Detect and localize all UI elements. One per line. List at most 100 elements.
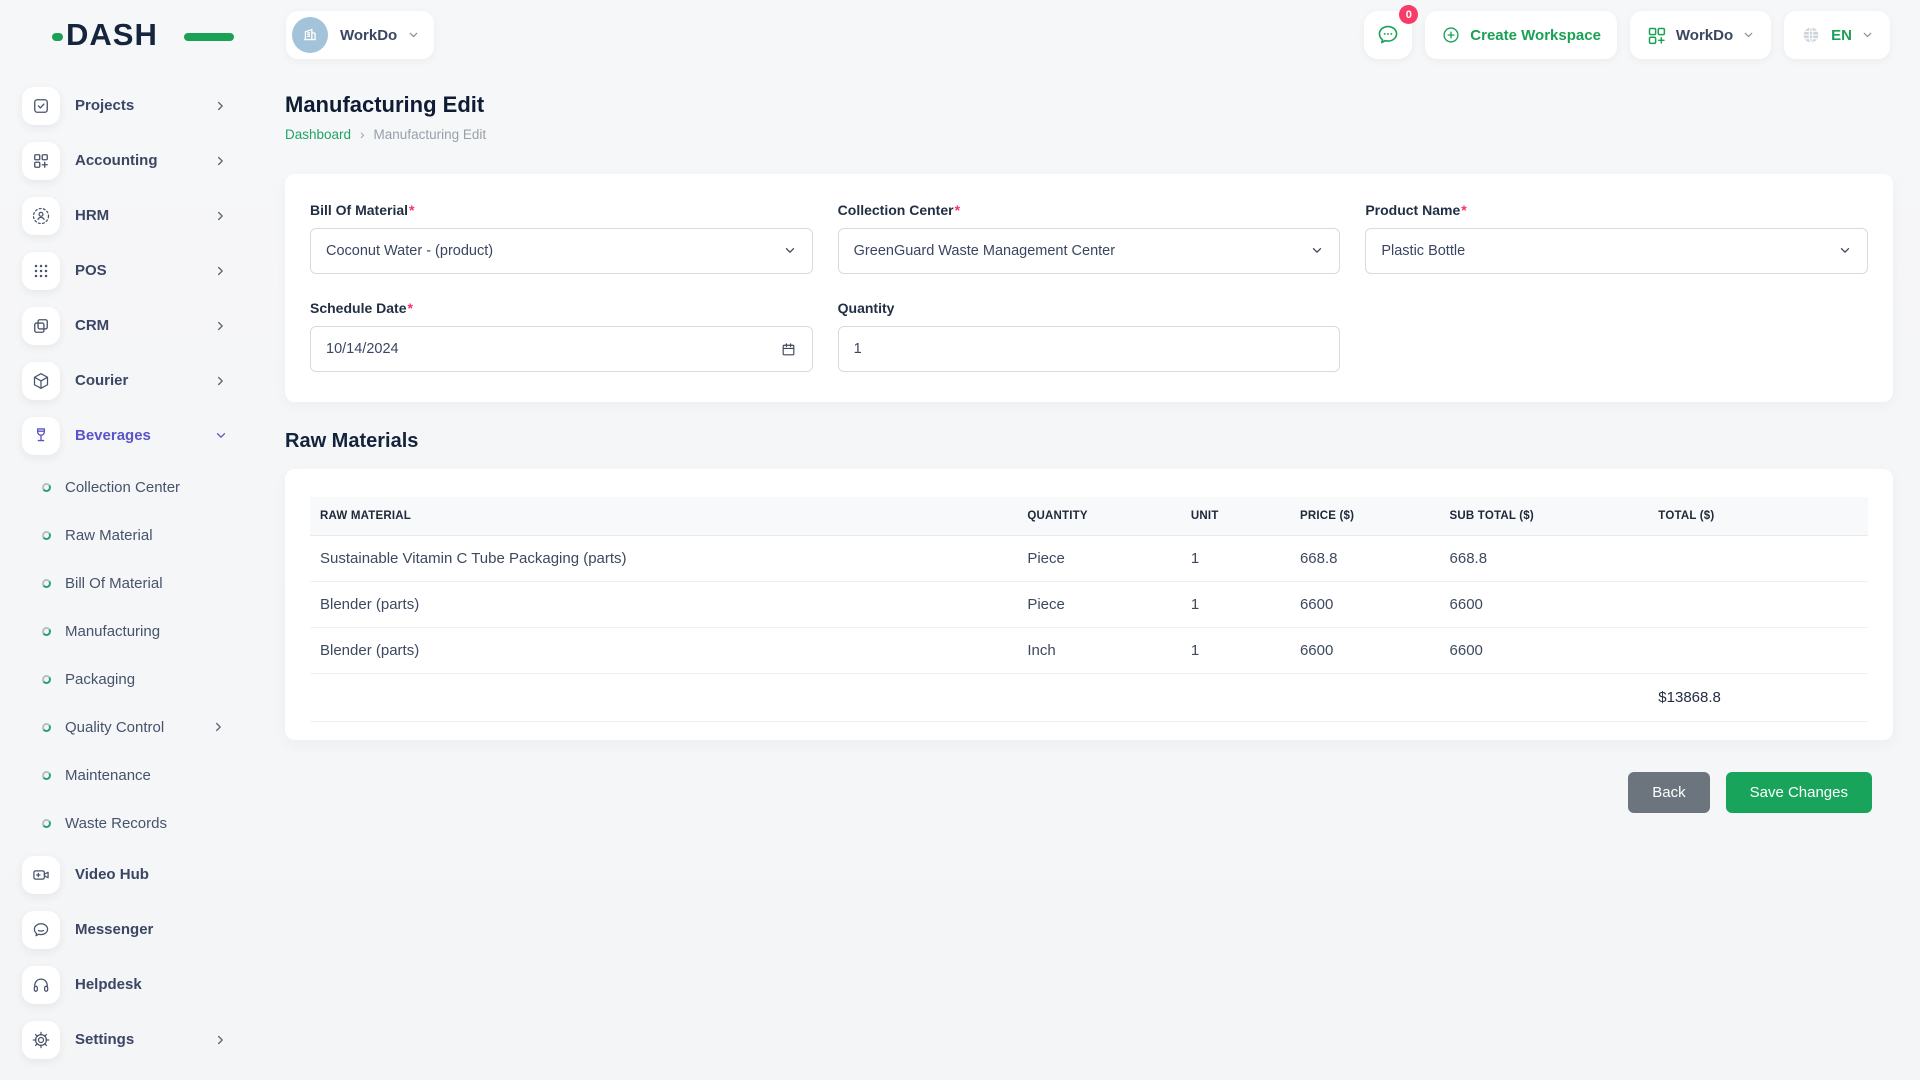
table-row: Blender (parts) Inch 1 6600 6600 <box>310 628 1868 674</box>
select-value: Plastic Bottle <box>1381 243 1465 259</box>
bullet-icon <box>41 770 52 781</box>
sidebar-item-messenger[interactable]: Messenger <box>0 902 258 957</box>
schedule-date-input[interactable]: 10/14/2024 <box>310 326 813 372</box>
submenu-item-manufacturing[interactable]: Manufacturing <box>0 607 258 655</box>
submenu-item-packaging[interactable]: Packaging <box>0 655 258 703</box>
field-label: Bill Of Material* <box>310 202 813 218</box>
chevron-right-icon <box>212 720 226 734</box>
logo-text: DASH <box>66 17 158 52</box>
submenu-item-raw-material[interactable]: Raw Material <box>0 511 258 559</box>
chevron-down-icon <box>407 29 420 42</box>
sidebar-item-accounting[interactable]: Accounting <box>0 133 258 188</box>
package-box-icon <box>22 362 60 400</box>
sidebar-item-label: Accounting <box>75 152 158 169</box>
sidebar-item-pos[interactable]: POS <box>0 243 258 298</box>
sidebar-item-label: Projects <box>75 97 134 114</box>
workspace-switcher[interactable]: WorkDo <box>286 11 434 59</box>
submenu-item-label: Maintenance <box>65 767 151 784</box>
submenu-item-maintenance[interactable]: Maintenance <box>0 751 258 799</box>
collection-center-select[interactable]: GreenGuard Waste Management Center <box>838 228 1341 274</box>
submenu-item-bill-of-material[interactable]: Bill Of Material <box>0 559 258 607</box>
field-label: Product Name* <box>1365 202 1868 218</box>
chat-bubble-icon <box>1375 22 1401 48</box>
sidebar-item-video-hub[interactable]: Video Hub <box>0 847 258 902</box>
cell-price: 6600 <box>1290 582 1440 628</box>
cell-unit: 1 <box>1181 582 1290 628</box>
accounting-grid-icon <box>22 142 60 180</box>
back-button[interactable]: Back <box>1628 772 1709 813</box>
sidebar-item-crm[interactable]: CRM <box>0 298 258 353</box>
create-workspace-button[interactable]: Create Workspace <box>1425 11 1617 59</box>
bullet-icon <box>41 626 52 637</box>
date-value: 10/14/2024 <box>326 341 399 357</box>
field-bill-of-material: Bill Of Material* Coconut Water - (produ… <box>310 202 813 274</box>
save-changes-button[interactable]: Save Changes <box>1726 772 1872 813</box>
logo-green-dash-icon <box>184 33 234 41</box>
sidebar-item-courier[interactable]: Courier <box>0 353 258 408</box>
language-selector[interactable]: EN <box>1784 11 1890 59</box>
breadcrumb-dashboard-link[interactable]: Dashboard <box>285 127 351 142</box>
overlapping-squares-icon <box>22 307 60 345</box>
product-name-select[interactable]: Plastic Bottle <box>1365 228 1868 274</box>
submenu-item-waste-records[interactable]: Waste Records <box>0 799 258 847</box>
field-label: Collection Center* <box>838 202 1341 218</box>
select-value: GreenGuard Waste Management Center <box>854 243 1115 259</box>
sidebar-item-label: POS <box>75 262 107 279</box>
cell-price: 6600 <box>1290 628 1440 674</box>
sidebar: Projects Accounting HRM POS CRM Cou <box>0 70 258 1067</box>
raw-materials-table: RAW MATERIAL QUANTITY UNIT PRICE ($) SUB… <box>310 497 1868 722</box>
chevron-right-icon <box>214 1033 228 1047</box>
bullet-icon <box>41 674 52 685</box>
cell-sub-total: 6600 <box>1440 582 1649 628</box>
table-row: Sustainable Vitamin C Tube Packaging (pa… <box>310 536 1868 582</box>
language-code: EN <box>1831 27 1852 44</box>
workspace-menu-button[interactable]: WorkDo <box>1630 11 1771 59</box>
submenu-item-collection-center[interactable]: Collection Center <box>0 463 258 511</box>
logo-green-dot-icon <box>52 33 63 41</box>
checkbox-icon <box>22 87 60 125</box>
sidebar-item-label: Helpdesk <box>75 976 142 993</box>
beverages-submenu: Collection Center Raw Material Bill Of M… <box>0 463 258 847</box>
field-product-name: Product Name* Plastic Bottle <box>1365 202 1868 274</box>
sidebar-item-label: Video Hub <box>75 866 149 883</box>
dots-grid-icon <box>22 252 60 290</box>
submenu-item-label: Manufacturing <box>65 623 160 640</box>
messages-button[interactable]: 0 <box>1364 11 1412 59</box>
field-quantity: Quantity <box>838 300 1341 372</box>
breadcrumb: Dashboard › Manufacturing Edit <box>285 127 1893 142</box>
table-total-row: $13868.8 <box>310 674 1868 722</box>
quantity-input[interactable] <box>838 326 1341 372</box>
sidebar-item-beverages[interactable]: Beverages <box>0 408 258 463</box>
col-total: TOTAL ($) <box>1648 497 1868 536</box>
cell-sub-total: 668.8 <box>1440 536 1649 582</box>
chevron-down-icon <box>1838 244 1852 258</box>
breadcrumb-separator: › <box>360 127 365 142</box>
required-asterisk: * <box>407 300 412 316</box>
submenu-item-label: Packaging <box>65 671 135 688</box>
bullet-icon <box>41 482 52 493</box>
cell-sub-total: 6600 <box>1440 628 1649 674</box>
sidebar-item-helpdesk[interactable]: Helpdesk <box>0 957 258 1012</box>
dash-logo: DASH <box>66 17 216 53</box>
chevron-right-icon <box>214 374 228 388</box>
breadcrumb-current: Manufacturing Edit <box>374 127 487 142</box>
chevron-down-icon <box>1861 29 1874 42</box>
sidebar-item-settings[interactable]: Settings <box>0 1012 258 1067</box>
submenu-item-label: Waste Records <box>65 815 167 832</box>
sidebar-item-hrm[interactable]: HRM <box>0 188 258 243</box>
cell-total <box>1648 582 1868 628</box>
topbar-actions: 0 Create Workspace WorkDo <box>1364 11 1890 59</box>
required-asterisk: * <box>409 202 414 218</box>
bullet-icon <box>41 530 52 541</box>
field-collection-center: Collection Center* GreenGuard Waste Mana… <box>838 202 1341 274</box>
messages-badge: 0 <box>1399 5 1418 24</box>
sidebar-item-label: CRM <box>75 317 109 334</box>
workspace-avatar <box>292 17 328 53</box>
submenu-item-quality-control[interactable]: Quality Control <box>0 703 258 751</box>
cell-raw-material: Sustainable Vitamin C Tube Packaging (pa… <box>310 536 1017 582</box>
page-title: Manufacturing Edit <box>285 92 1893 118</box>
field-label: Schedule Date* <box>310 300 813 316</box>
sidebar-item-projects[interactable]: Projects <box>0 78 258 133</box>
chevron-right-icon <box>214 264 228 278</box>
bill-of-material-select[interactable]: Coconut Water - (product) <box>310 228 813 274</box>
